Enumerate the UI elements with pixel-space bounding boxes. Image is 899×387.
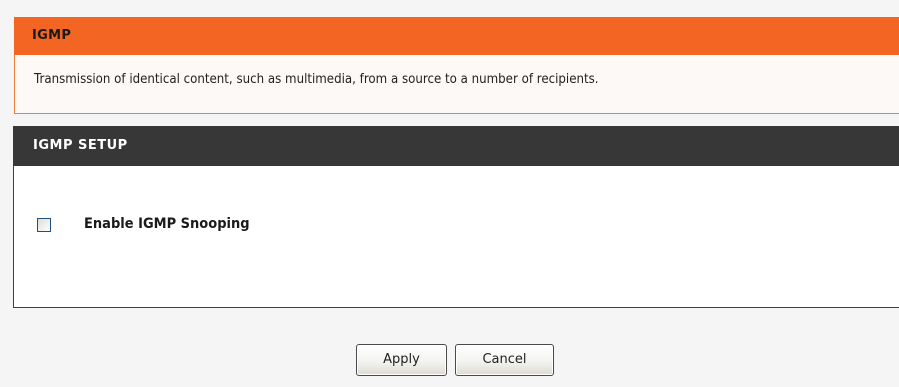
enable-igmp-snooping-checkbox[interactable] <box>37 218 51 232</box>
igmp-setup-title: IGMP SETUP <box>13 126 899 166</box>
igmp-description: Transmission of identical content, such … <box>34 72 599 87</box>
enable-igmp-snooping-label: Enable IGMP Snooping <box>84 216 250 232</box>
cancel-button[interactable]: Cancel <box>455 344 554 376</box>
apply-button[interactable]: Apply <box>356 344 447 376</box>
igmp-section-title: IGMP <box>14 17 899 55</box>
